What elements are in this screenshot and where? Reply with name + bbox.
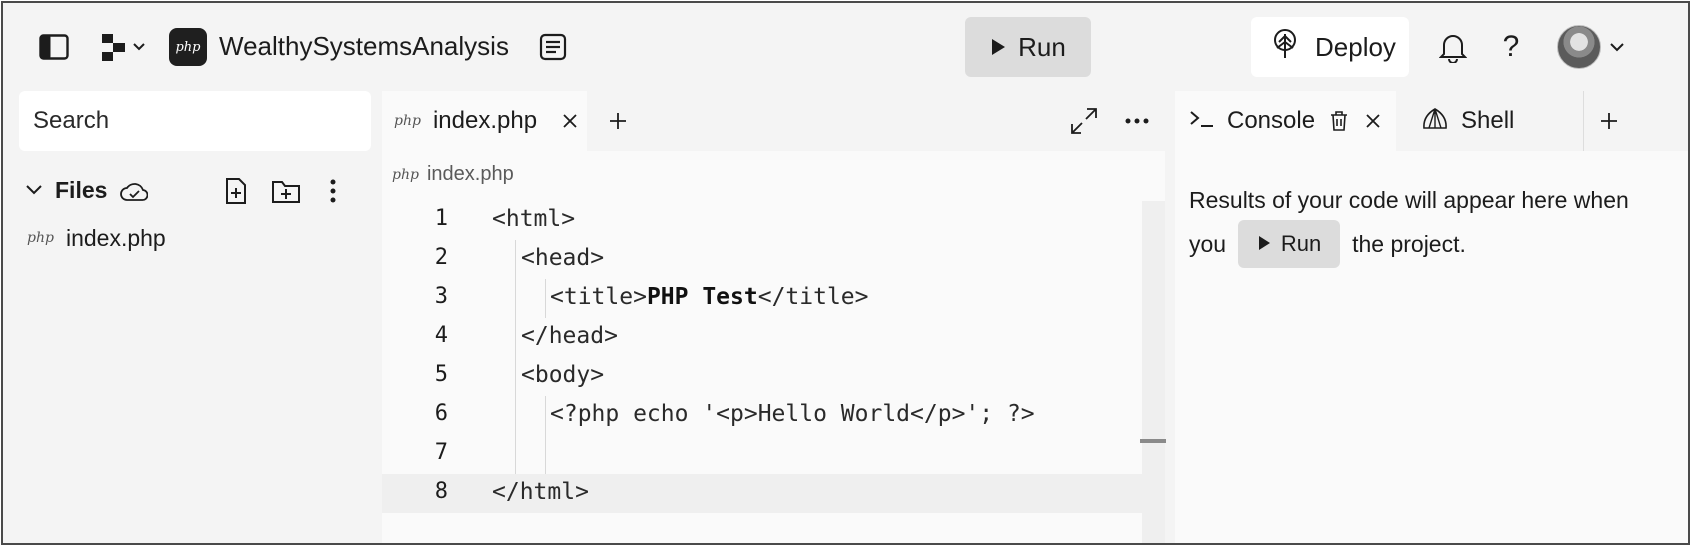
line-number: 6 [434, 401, 448, 426]
project-name[interactable]: WealthySystemsAnalysis [219, 31, 509, 62]
project-info-icon[interactable] [537, 31, 569, 63]
close-tab-icon[interactable] [1363, 111, 1383, 131]
code-token: </title> [757, 284, 869, 310]
editor-tab-bar: php index.php [382, 91, 1165, 151]
code-line: 4 </head> [382, 318, 1142, 357]
tab-label: index.php [432, 107, 538, 134]
ide-window: php WealthySystemsAnalysis Run Deploy ? … [1, 1, 1690, 545]
code-area[interactable]: 1 <html> 2 <head> 3 <title>PHP Test</tit… [382, 201, 1142, 513]
code-line: 6 <?php echo '<p>Hello World</p>'; ?> [382, 396, 1142, 435]
deploy-icon [1271, 28, 1299, 67]
console-empty-message: Results of your code will appear here wh… [1189, 187, 1629, 213]
deploy-button[interactable]: Deploy [1251, 17, 1409, 77]
shell-icon [1421, 106, 1449, 137]
code-line: 5 <body> [382, 357, 1142, 396]
run-label: Run [1018, 31, 1066, 62]
terminal-prompt-icon [1189, 108, 1215, 135]
code-line: 3 <title>PHP Test</title> [382, 279, 1142, 318]
notifications-bell-icon[interactable] [1435, 29, 1471, 65]
maximize-pane-icon[interactable] [1068, 105, 1100, 137]
deploy-label: Deploy [1315, 31, 1396, 62]
code-editor-pane: php index.php php index.php 1 <html> 2 <… [382, 91, 1166, 543]
files-collapse-chevron-icon[interactable] [23, 179, 45, 201]
php-language-icon: php [169, 28, 207, 66]
sidebar-toggle-icon[interactable] [37, 31, 71, 63]
file-search-input[interactable]: Search [19, 91, 371, 151]
line-number: 5 [434, 362, 448, 387]
code-token: <title> [550, 284, 647, 310]
code-text: <body> [521, 362, 605, 388]
code-text: <?php echo '<p>Hello World</p>'; ?> [550, 401, 1035, 427]
tab-console-label: Console [1227, 107, 1316, 134]
code-token-bold: PHP Test [646, 284, 758, 310]
play-icon [990, 32, 1006, 63]
php-file-icon: php [392, 166, 419, 183]
line-number: 1 [434, 206, 448, 231]
php-file-icon: php [27, 230, 54, 246]
file-tree-item[interactable]: php index.php [27, 221, 166, 255]
tab-index-php[interactable]: php index.php [382, 91, 587, 151]
breadcrumb: php index.php [392, 163, 514, 186]
code-text: </html> [492, 479, 589, 505]
new-tab-plus-icon[interactable] [604, 107, 632, 135]
console-message-text: the project. [1352, 230, 1466, 257]
php-file-icon: php [394, 113, 421, 129]
tab-shell-label: Shell [1461, 107, 1515, 134]
files-label: Files [55, 177, 108, 203]
files-section-header: Files [23, 171, 363, 211]
files-more-options-icon[interactable] [323, 175, 343, 207]
console-empty-message-line2: you Run the project. [1189, 219, 1466, 269]
code-line: 2 <head> [382, 240, 1142, 279]
line-number: 8 [434, 479, 448, 504]
inline-run-button[interactable]: Run [1238, 220, 1341, 268]
close-tab-icon[interactable] [559, 110, 581, 132]
user-avatar[interactable] [1557, 25, 1601, 69]
files-synced-check-icon [119, 177, 149, 207]
editor-more-options-icon[interactable] [1122, 111, 1152, 131]
line-number: 4 [434, 323, 448, 348]
tab-console[interactable]: Console [1175, 91, 1396, 151]
line-number: 7 [434, 440, 448, 465]
tab-shell[interactable]: Shell [1409, 91, 1583, 151]
play-icon [1257, 231, 1271, 257]
line-number: 2 [434, 245, 448, 270]
help-icon[interactable]: ? [1497, 27, 1525, 67]
clear-console-trash-icon[interactable] [1327, 108, 1351, 134]
workspace-menu-icon[interactable] [99, 29, 149, 65]
console-pane: Console Shell Results of your code will … [1175, 91, 1688, 543]
top-bar: php WealthySystemsAnalysis Run Deploy ? [3, 3, 1688, 91]
breadcrumb-file[interactable]: index.php [427, 163, 514, 186]
editor-scrollbar-thumb[interactable] [1140, 439, 1166, 443]
line-number: 3 [434, 284, 448, 309]
code-line: 7 [382, 435, 1142, 474]
console-message-text: you [1189, 230, 1227, 257]
code-text: <head> [521, 245, 605, 271]
code-text: <html> [492, 206, 576, 232]
code-text: <title>PHP Test</title> [550, 284, 869, 310]
code-text: </head> [521, 323, 618, 349]
code-line: 1 <html> [382, 201, 1142, 240]
tab-divider [1583, 91, 1584, 151]
new-file-icon[interactable] [221, 175, 251, 207]
new-tab-plus-icon[interactable] [1595, 107, 1623, 135]
console-tab-bar: Console Shell [1175, 91, 1688, 151]
run-button[interactable]: Run [965, 17, 1091, 77]
code-line-active: 8 </html> [382, 474, 1142, 513]
editor-scrollbar[interactable] [1142, 201, 1165, 543]
file-tree-item-label: index.php [65, 224, 166, 251]
avatar-chevron-down-icon[interactable] [1607, 37, 1627, 57]
inline-run-label: Run [1280, 231, 1322, 256]
new-folder-icon[interactable] [269, 175, 303, 207]
